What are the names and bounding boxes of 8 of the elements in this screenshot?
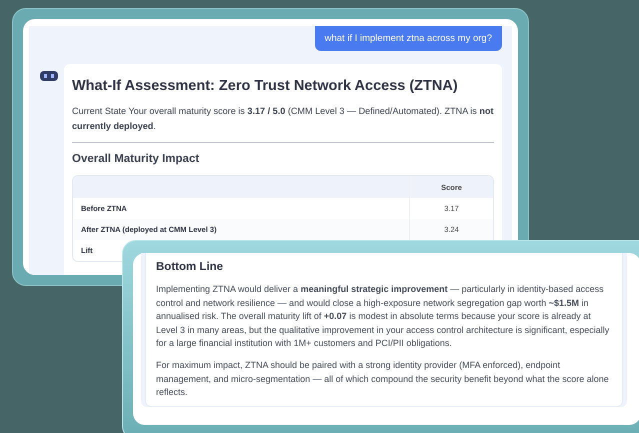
- user-message: what if I implement ztna across my org?: [314, 26, 502, 51]
- bottom-line-paragraph: For maximum impact, ZTNA should be paired with a strong identity provider (MFA enforced), endpoint management, and micro-segmentation — all of which compound the security benefit beyond what the score alone reflects.: [156, 358, 610, 400]
- bottom-line-paragraph: Implementing ZTNA would deliver a meaningful strategic improvement — particularly in identity-based access control and network resilience — and would close a high-exposure network segregation gap worth ~$1.5M in annualised risk. The overall maturity lift of +0.07 is modest in absolute terms because your score is already at Level 3 in many areas, but the qualitative improvement in your access control architecture is significant, especially for a large financial institution with 1M+ customers and PCI/PII obligations.: [156, 283, 610, 350]
- answer-title: What-If Assessment: Zero Trust Network Access (ZTNA): [72, 78, 459, 94]
- bottom-line-title: Bottom Line: [156, 261, 224, 273]
- current-state-text: Current State Your overall maturity score is 3.17 / 5.0 (CMM Level 3 — Defined/Automated). ZTNA is not currently deployed.: [72, 105, 494, 133]
- robot-icon: [39, 70, 59, 82]
- section-heading: Overall Maturity Impact: [72, 153, 200, 165]
